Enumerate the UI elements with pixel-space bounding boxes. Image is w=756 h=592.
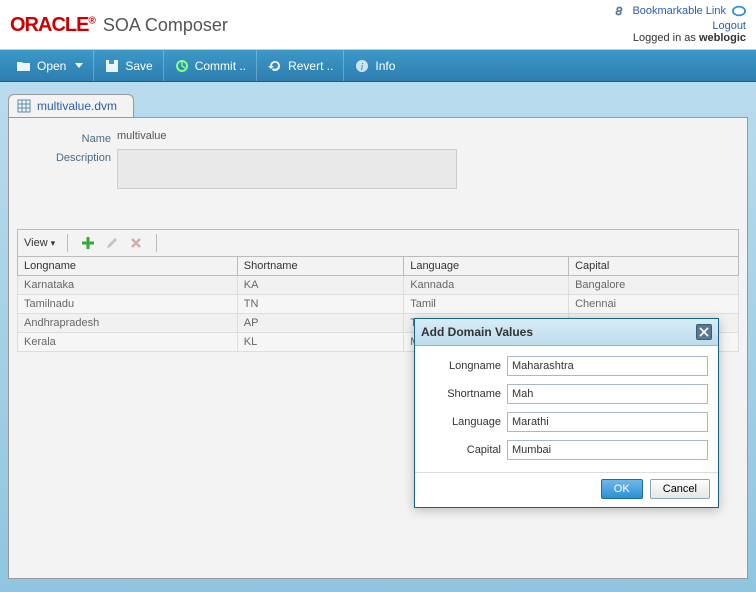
brand-tm: ® (88, 15, 94, 26)
cancel-button[interactable]: Cancel (650, 479, 710, 499)
logout-link[interactable]: Logout (712, 20, 746, 32)
add-row-button[interactable] (80, 235, 96, 251)
logged-in-prefix: Logged in as (633, 32, 699, 44)
logged-user: weblogic (699, 32, 746, 44)
chevron-down-icon (75, 63, 83, 68)
commit-button[interactable]: Commit .. (164, 50, 257, 81)
svg-text:i: i (361, 62, 364, 73)
info-icon: i (354, 58, 370, 74)
main-toolbar: Open Save Commit .. Revert .. i Info (0, 50, 756, 82)
view-label: View (24, 237, 48, 249)
grid-icon (17, 99, 31, 113)
status-orb-icon (732, 4, 746, 18)
name-value: multivalue (117, 130, 167, 142)
capital-label: Capital (425, 444, 507, 456)
tab-label: multivalue.dvm (37, 99, 117, 113)
language-label: Language (425, 416, 507, 428)
revert-label: Revert .. (288, 59, 333, 73)
content-panel: Name multivalue Description View ▾ (8, 117, 748, 579)
disk-save-icon (104, 58, 120, 74)
capital-input[interactable] (507, 440, 708, 460)
col-capital[interactable]: Capital (569, 257, 739, 276)
description-label: Description (47, 149, 117, 164)
revert-icon (267, 58, 283, 74)
brand-main: ORACLE (10, 14, 88, 36)
open-label: Open (37, 59, 66, 73)
workspace: multivalue.dvm Name multivalue Descripti… (0, 82, 756, 592)
close-icon[interactable] (696, 324, 712, 340)
ok-button[interactable]: OK (601, 479, 643, 499)
table-toolbar: View ▾ (17, 229, 739, 256)
description-field[interactable] (117, 149, 457, 189)
edit-row-button[interactable] (104, 235, 120, 251)
longname-input[interactable] (507, 356, 708, 376)
app-header: ORACLE® SOA Composer Bookmarkable Link L… (0, 0, 756, 50)
tab-multivalue[interactable]: multivalue.dvm (8, 94, 134, 117)
table-header: Longname Shortname Language Capital (18, 257, 739, 276)
table-row[interactable]: Tamilnadu TN Tamil Chennai (18, 295, 739, 314)
add-domain-values-dialog: Add Domain Values Longname Shortname Lan… (414, 318, 719, 508)
tab-bar: multivalue.dvm (0, 82, 756, 117)
shortname-input[interactable] (507, 384, 708, 404)
shortname-label: Shortname (425, 388, 507, 400)
revert-button[interactable]: Revert .. (257, 50, 344, 81)
folder-open-icon (16, 58, 32, 74)
dialog-titlebar[interactable]: Add Domain Values (415, 319, 718, 346)
longname-label: Longname (425, 360, 507, 372)
dialog-body: Longname Shortname Language Capital (415, 346, 718, 472)
info-button[interactable]: i Info (344, 50, 405, 81)
language-input[interactable] (507, 412, 708, 432)
save-button[interactable]: Save (94, 50, 163, 81)
commit-icon (174, 58, 190, 74)
view-menu-button[interactable]: View ▾ (24, 237, 55, 249)
delete-row-button[interactable] (128, 235, 144, 251)
link-icon (612, 4, 626, 18)
col-language[interactable]: Language (404, 257, 569, 276)
dialog-title: Add Domain Values (421, 325, 533, 339)
commit-label: Commit .. (195, 59, 246, 73)
separator (67, 234, 68, 252)
brand: ORACLE® SOA Composer (10, 4, 228, 47)
save-label: Save (125, 59, 152, 73)
separator (156, 234, 157, 252)
open-button[interactable]: Open (6, 50, 94, 81)
dialog-footer: OK Cancel (415, 472, 718, 507)
col-longname[interactable]: Longname (18, 257, 238, 276)
oracle-logo: ORACLE® (10, 14, 95, 37)
info-label: Info (375, 59, 395, 73)
bookmarkable-link[interactable]: Bookmarkable Link (632, 5, 726, 17)
header-right: Bookmarkable Link Logout Logged in as we… (612, 4, 746, 47)
login-status: Logout Logged in as weblogic (612, 20, 746, 44)
col-shortname[interactable]: Shortname (237, 257, 403, 276)
app-title: SOA Composer (103, 15, 228, 36)
table-row[interactable]: Karnataka KA Kannada Bangalore (18, 276, 739, 295)
name-label: Name (47, 130, 117, 145)
